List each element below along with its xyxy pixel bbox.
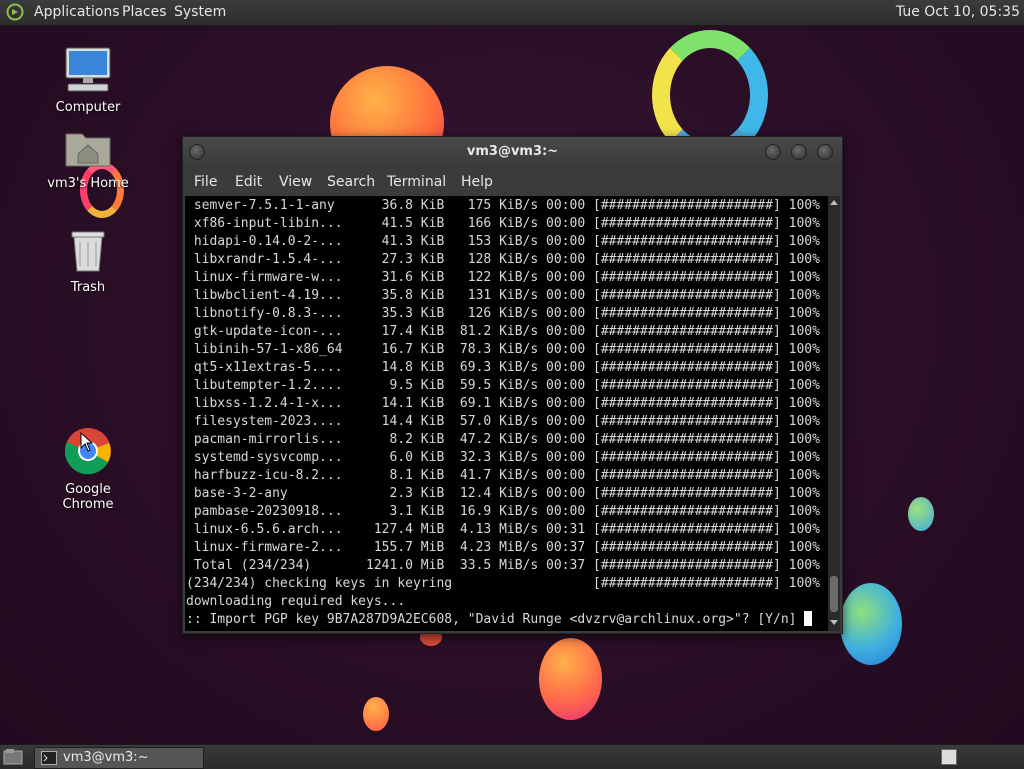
wallpaper-small-cyan-blob (908, 497, 934, 531)
desktop-icon-label: vm3's Home (47, 176, 129, 191)
scroll-up-arrow-icon[interactable] (830, 200, 838, 205)
home-folder-icon (65, 133, 111, 167)
terminal-line: pacman-mirrorlis... 8.2 KiB 47.2 KiB/s 0… (186, 432, 820, 447)
menu-terminal[interactable]: Terminal (387, 174, 446, 190)
window-title: vm3@vm3:~ (466, 144, 559, 159)
window-menubar: File Edit View Search Terminal Help (183, 167, 842, 195)
wallpaper-cyan-blob (840, 583, 902, 665)
terminal-line: pambase-20230918... 3.1 KiB 16.9 KiB/s 0… (186, 504, 820, 519)
terminal-scrollbar[interactable] (828, 196, 840, 631)
terminal-line: semver-7.5.1-1-any 36.8 KiB 175 KiB/s 00… (186, 198, 820, 213)
top-panel: Applications Places System Tue Oct 10, 0… (0, 0, 1024, 26)
desktop-icon-label: Trash (70, 280, 106, 295)
places-menu[interactable]: Places (122, 4, 167, 20)
menu-help[interactable]: Help (461, 174, 493, 190)
taskbar-item-label: vm3@vm3:~ (63, 750, 149, 765)
terminal-text: semver-7.5.1-1-any 36.8 KiB 175 KiB/s 00… (185, 196, 828, 629)
terminal-line: qt5-x11extras-5.... 14.8 KiB 69.3 KiB/s … (186, 360, 820, 375)
terminal-line: libutempter-1.2.... 9.5 KiB 59.5 KiB/s 0… (186, 378, 820, 393)
terminal-line: libinih-57-1-x86_64 16.7 KiB 78.3 KiB/s … (186, 342, 820, 357)
desktop-icon-home[interactable]: vm3's Home (38, 128, 138, 191)
terminal-line: harfbuzz-icu-8.2... 8.1 KiB 41.7 KiB/s 0… (186, 468, 820, 483)
wallpaper-orange-blob (539, 638, 602, 720)
terminal-line: Total (234/234) 1241.0 MiB 33.5 MiB/s 00… (186, 558, 820, 573)
mouse-pointer-icon (80, 432, 94, 452)
applications-menu[interactable]: Applications (34, 4, 120, 20)
taskbar-item-terminal[interactable]: vm3@vm3:~ (34, 747, 204, 769)
maximize-button[interactable] (791, 144, 807, 160)
terminal-line: xf86-input-libin... 41.5 KiB 166 KiB/s 0… (186, 216, 820, 231)
menu-file[interactable]: File (194, 174, 217, 190)
scroll-down-arrow-icon[interactable] (830, 620, 838, 625)
terminal-icon (41, 751, 57, 765)
desktop-icon-label: Google Chrome (62, 482, 114, 512)
close-button[interactable] (817, 144, 833, 160)
minimize-button[interactable] (765, 144, 781, 160)
workspace-switcher[interactable] (941, 749, 957, 765)
bottom-panel: vm3@vm3:~ (0, 744, 1024, 769)
desktop-icon-trash[interactable]: Trash (38, 226, 138, 295)
terminal-line: hidapi-0.14.0-2-... 41.3 KiB 153 KiB/s 0… (186, 234, 820, 249)
window-titlebar[interactable]: vm3@vm3:~ (183, 137, 842, 167)
wallpaper-small-orange-blob (363, 697, 389, 731)
terminal-window[interactable]: vm3@vm3:~ File Edit View Search Terminal… (182, 136, 843, 634)
terminal-line: linux-firmware-w... 31.6 KiB 122 KiB/s 0… (186, 270, 820, 285)
terminal-line: systemd-sysvcomp... 6.0 KiB 32.3 KiB/s 0… (186, 450, 820, 465)
terminal-line: base-3-2-any 2.3 KiB 12.4 KiB/s 00:00 [#… (186, 486, 820, 501)
show-desktop-icon[interactable] (3, 748, 23, 766)
trash-icon (71, 231, 105, 272)
desktop-icon-label: Computer (55, 100, 121, 115)
computer-icon (65, 47, 111, 92)
scrollbar-thumb[interactable] (830, 576, 838, 612)
clock[interactable]: Tue Oct 10, 05:35 (896, 4, 1020, 20)
system-menu[interactable]: System (174, 4, 226, 20)
terminal-line: downloading required keys... (186, 594, 406, 609)
menu-edit[interactable]: Edit (235, 174, 262, 190)
menu-view[interactable]: View (279, 174, 312, 190)
terminal-cursor (804, 611, 813, 626)
menu-search[interactable]: Search (327, 174, 375, 190)
terminal-line: gtk-update-icon-... 17.4 KiB 81.2 KiB/s … (186, 324, 820, 339)
desktop-icon-computer[interactable]: Computer (38, 46, 138, 115)
distro-logo-icon[interactable] (6, 3, 24, 21)
terminal-line: linux-6.5.6.arch... 127.4 MiB 4.13 MiB/s… (186, 522, 820, 537)
terminal-line: libxss-1.2.4-1-x... 14.1 KiB 69.1 KiB/s … (186, 396, 820, 411)
terminal-output[interactable]: semver-7.5.1-1-any 36.8 KiB 175 KiB/s 00… (185, 196, 828, 631)
terminal-line: linux-firmware-2... 155.7 MiB 4.23 MiB/s… (186, 540, 820, 555)
terminal-line: libnotify-0.8.3-... 35.3 KiB 126 KiB/s 0… (186, 306, 820, 321)
terminal-line: :: Import PGP key 9B7A287D9A2EC608, "Dav… (186, 612, 805, 627)
terminal-line: libwbclient-4.19... 35.8 KiB 131 KiB/s 0… (186, 288, 820, 303)
terminal-line: filesystem-2023.... 14.4 KiB 57.0 KiB/s … (186, 414, 820, 429)
terminal-line: (234/234) checking keys in keyring [####… (186, 576, 820, 591)
terminal-line: libxrandr-1.5.4-... 27.3 KiB 128 KiB/s 0… (186, 252, 820, 267)
